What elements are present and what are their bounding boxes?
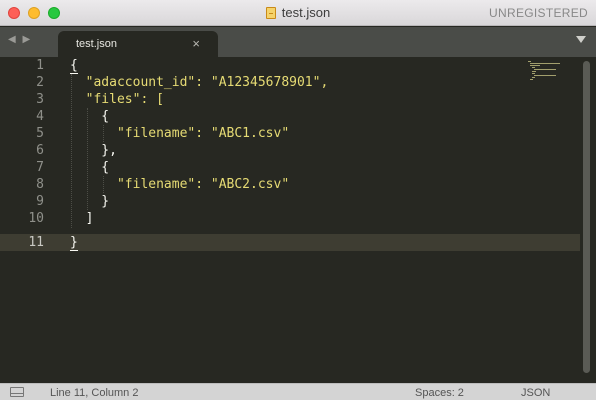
line-number-active: 11	[28, 235, 44, 250]
line-number: 9	[36, 194, 44, 209]
code-line: ]	[70, 211, 94, 226]
tab-test-json[interactable]: test.json ×	[58, 31, 218, 57]
tab-list-dropdown-icon[interactable]	[576, 36, 586, 43]
code-line-active: }	[70, 234, 78, 251]
panel-toggle-icon[interactable]	[10, 387, 24, 397]
minimap-line	[532, 67, 535, 68]
minimap-line	[534, 69, 556, 70]
line-number: 4	[36, 109, 44, 124]
tab-label: test.json	[76, 38, 117, 50]
line-number: 6	[36, 143, 44, 158]
code-content[interactable]: { "adaccount_id": "A12345678901", "files…	[70, 57, 328, 278]
syntax-mode[interactable]: JSON	[521, 387, 550, 399]
code-line: {	[70, 57, 78, 74]
tab-bar: ◀ ▶ test.json ×	[0, 27, 596, 57]
tab-navigation-arrows-icon[interactable]: ◀ ▶	[8, 34, 32, 45]
status-bar: Line 11, Column 2 Spaces: 2 JSON	[0, 383, 596, 400]
vertical-scrollbar[interactable]	[583, 61, 590, 373]
line-number: 7	[36, 160, 44, 175]
minimap-line	[530, 65, 540, 66]
minimap-line	[532, 71, 536, 72]
line-number: 8	[36, 177, 44, 192]
cursor-position[interactable]: Line 11, Column 2	[50, 387, 138, 399]
code-line: "filename": "ABC1.csv"	[70, 126, 290, 141]
line-number: 2	[36, 75, 44, 90]
code-text: {	[70, 58, 78, 74]
license-status: UNREGISTERED	[489, 6, 588, 20]
minimap-line	[530, 63, 560, 64]
tab-close-icon[interactable]: ×	[192, 36, 200, 51]
code-line: "adaccount_id": "A12345678901",	[70, 75, 329, 90]
code-line: },	[70, 143, 117, 158]
code-line: {	[70, 109, 110, 124]
minimap-line	[530, 79, 533, 80]
code-line: }	[70, 194, 110, 209]
minimap[interactable]	[528, 61, 562, 83]
code-editor[interactable]: 1 2 3 4 5 6 7 8 9 10 11 { "adaccount_id"…	[0, 57, 596, 383]
minimap-line	[532, 73, 535, 74]
line-number: 1	[36, 58, 44, 73]
code-line: "files": [	[70, 92, 164, 107]
minimap-line	[532, 77, 535, 78]
file-icon	[265, 7, 276, 19]
window-title: test.json	[281, 5, 331, 20]
code-line: "filename": "ABC2.csv"	[70, 177, 290, 192]
line-number: 3	[36, 92, 44, 107]
code-line: {	[70, 160, 110, 175]
line-number-gutter: 1 2 3 4 5 6 7 8 9 10 11	[0, 57, 54, 383]
line-number: 5	[36, 126, 44, 141]
minimap-line	[528, 61, 531, 62]
minimap-line	[534, 75, 556, 76]
indentation-setting[interactable]: Spaces: 2	[415, 387, 464, 399]
code-text: }	[70, 235, 78, 251]
title-bar: test.json UNREGISTERED	[0, 0, 596, 26]
line-number: 10	[28, 211, 44, 226]
